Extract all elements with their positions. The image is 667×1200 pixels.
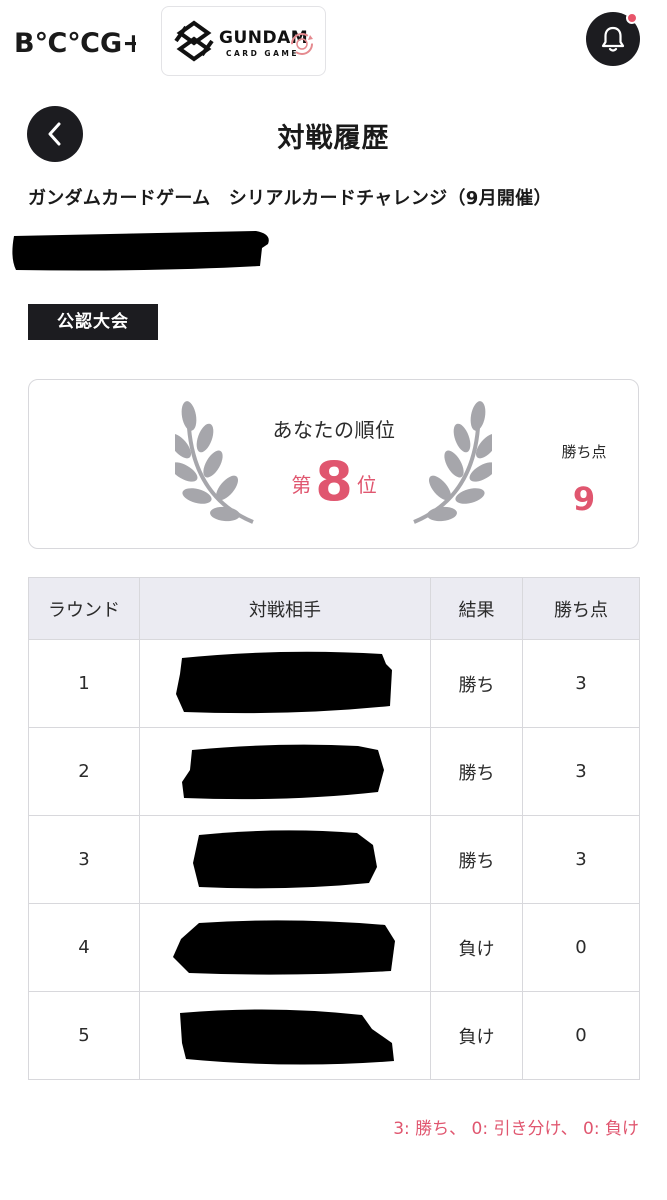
redacted-player-name	[12, 231, 269, 271]
cell-round: 1	[28, 639, 140, 728]
brand-logo-text: B℃℃G+	[14, 28, 136, 59]
refresh-icon	[291, 33, 313, 55]
header-round: ラウンド	[28, 577, 140, 640]
notification-badge	[626, 12, 638, 24]
gundam-mark-icon	[174, 20, 214, 62]
cell-result: 勝ち	[430, 639, 523, 728]
rank-suffix: 位	[356, 473, 377, 497]
cell-opponent	[139, 903, 431, 992]
header-points: 勝ち点	[522, 577, 640, 640]
page-title: 対戦履歴	[277, 123, 390, 154]
category-badge: 公認大会	[28, 304, 158, 340]
bell-icon	[601, 26, 625, 52]
cell-round: 5	[28, 991, 140, 1080]
game-logo[interactable]: GUNDAM CARD GAME	[161, 6, 326, 76]
redacted-opponent-name	[176, 651, 392, 713]
cell-points: 0	[522, 991, 640, 1080]
rank-value: 第8 位	[236, 450, 432, 513]
rank-prefix: 第	[291, 473, 312, 497]
header-opponent: 対戦相手	[139, 577, 431, 640]
cell-result: 勝ち	[430, 815, 523, 904]
redacted-opponent-name	[173, 919, 395, 975]
rank-number: 8	[315, 450, 353, 513]
cell-result: 勝ち	[430, 727, 523, 816]
brand-logo[interactable]: B℃℃G+	[14, 22, 136, 62]
cell-points: 3	[522, 639, 640, 728]
cell-round: 2	[28, 727, 140, 816]
cell-points: 3	[522, 815, 640, 904]
cell-result: 負け	[430, 991, 523, 1080]
cell-points: 3	[522, 727, 640, 816]
results-table: ラウンド 対戦相手 結果 勝ち点 1 勝ち 3 2 勝ち 3 3 勝ち 3 4 …	[28, 577, 640, 1080]
cell-round: 3	[28, 815, 140, 904]
app-header: B℃℃G+ GUNDAM CARD GAME	[0, 0, 667, 86]
cell-points: 0	[522, 903, 640, 992]
cell-opponent	[139, 639, 431, 728]
table-row: 5 負け 0	[28, 991, 640, 1080]
cell-opponent	[139, 991, 431, 1080]
rank-label: あなたの順位	[272, 418, 396, 442]
points-value: 9	[572, 480, 596, 518]
redacted-opponent-name	[180, 1008, 394, 1065]
event-name: ガンダムカードゲーム シリアルカードチャレンジ（9月開催）	[28, 188, 552, 209]
points-legend: 3: 勝ち、 0: 引き分け、 0: 負け	[393, 1119, 639, 1139]
redacted-opponent-name	[182, 744, 384, 799]
table-header-row: ラウンド 対戦相手 結果 勝ち点	[28, 577, 640, 640]
table-row: 2 勝ち 3	[28, 727, 640, 816]
cell-opponent	[139, 727, 431, 816]
cell-result: 負け	[430, 903, 523, 992]
cell-opponent	[139, 815, 431, 904]
table-row: 4 負け 0	[28, 903, 640, 992]
cell-round: 4	[28, 903, 140, 992]
points-label: 勝ち点	[561, 443, 607, 461]
table-row: 3 勝ち 3	[28, 815, 640, 904]
table-row: 1 勝ち 3	[28, 639, 640, 728]
redacted-opponent-name	[193, 829, 377, 888]
header-result: 結果	[430, 577, 523, 640]
